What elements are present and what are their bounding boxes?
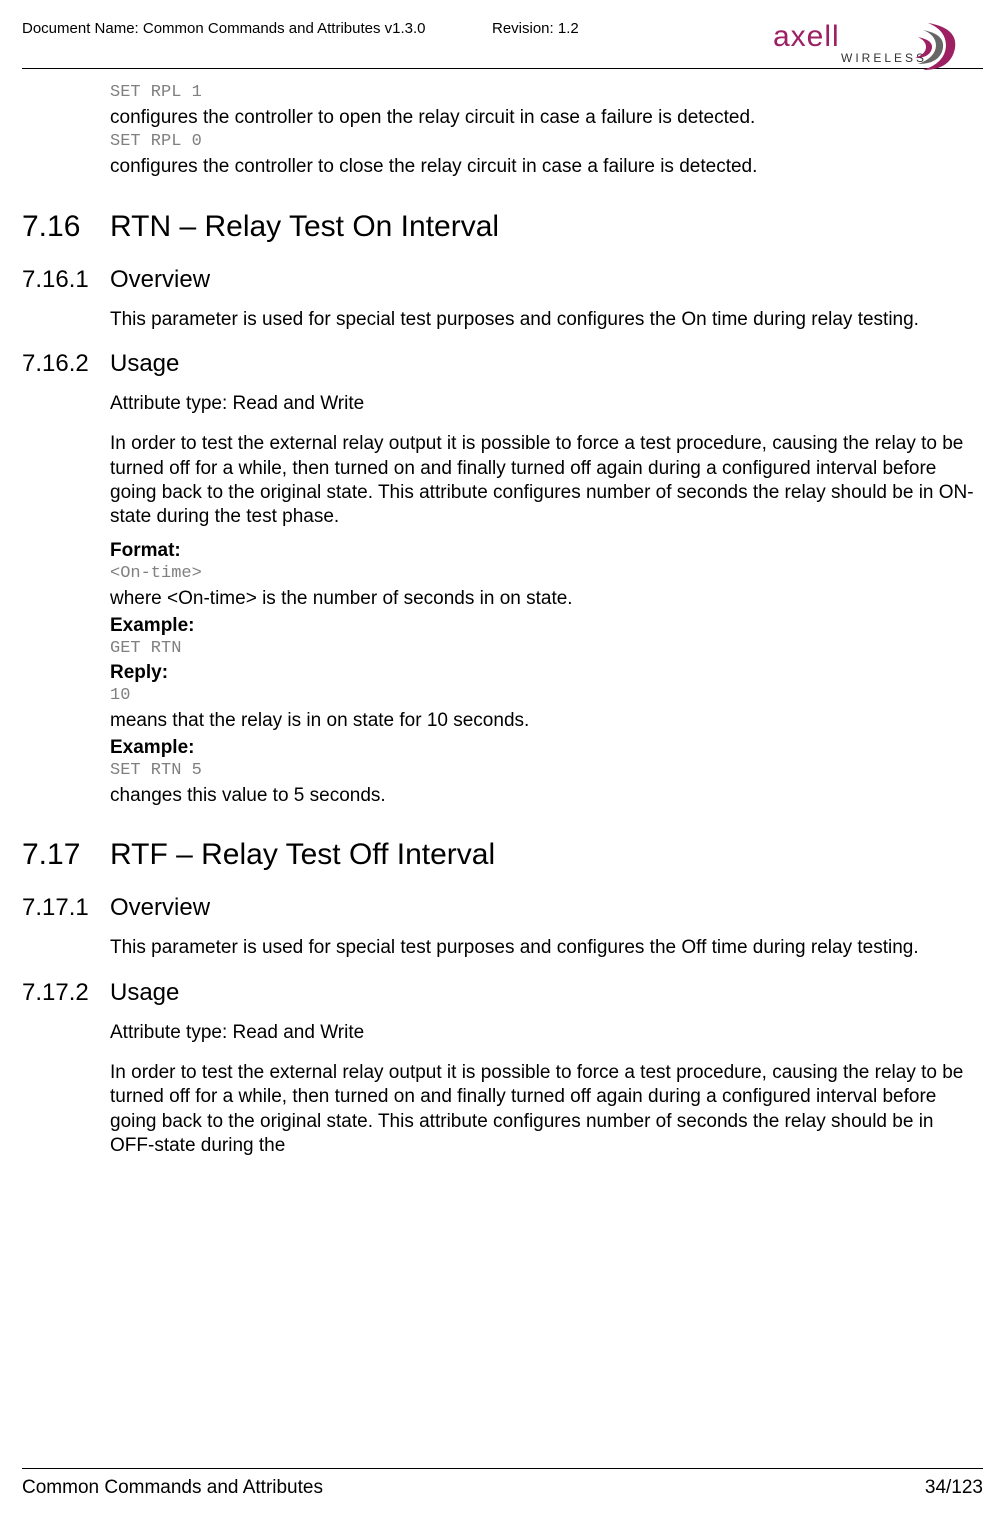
section-title: RTN – Relay Test On Interval: [110, 210, 499, 244]
subsection-title: Overview: [110, 266, 210, 294]
subsection-number: 7.17.1: [22, 894, 110, 922]
body-text: means that the relay is in on state for …: [110, 709, 979, 733]
example-label: Example:: [110, 737, 979, 759]
page-number: 34/123: [925, 1477, 983, 1499]
subsection-title: Overview: [110, 894, 210, 922]
footer-title: Common Commands and Attributes: [22, 1477, 323, 1499]
section-title: RTF – Relay Test Off Interval: [110, 838, 495, 872]
example-label: Example:: [110, 615, 979, 637]
page-footer: Common Commands and Attributes 34/123: [22, 1477, 983, 1499]
subsection-title: Usage: [110, 350, 179, 378]
subsection-heading-7-16-1: 7.16.1 Overview: [22, 266, 979, 294]
footer-divider: [22, 1468, 983, 1469]
brand-logo: axell WIRELESS: [773, 18, 963, 78]
code-line: SET RPL 1: [110, 83, 979, 102]
swirl-icon: [915, 23, 955, 70]
logo-subtext: WIRELESS: [841, 51, 927, 65]
body-text: This parameter is used for special test …: [110, 936, 979, 960]
subsection-number: 7.16.2: [22, 350, 110, 378]
section-heading-7-17: 7.17 RTF – Relay Test Off Interval: [22, 838, 979, 872]
section-number: 7.16: [22, 210, 110, 244]
subsection-heading-7-17-1: 7.17.1 Overview: [22, 894, 979, 922]
doc-name: Document Name: Common Commands and Attri…: [22, 18, 426, 37]
subsection-title: Usage: [110, 979, 179, 1007]
code-line: GET RTN: [110, 639, 979, 658]
body-text: configures the controller to open the re…: [110, 106, 979, 130]
subsection-number: 7.17.2: [22, 979, 110, 1007]
body-text: In order to test the external relay outp…: [110, 432, 979, 529]
section-number: 7.17: [22, 838, 110, 872]
body-text: where <On-time> is the number of seconds…: [110, 587, 979, 611]
format-label: Format:: [110, 540, 979, 562]
logo-text: axell: [773, 20, 840, 53]
subsection-number: 7.16.1: [22, 266, 110, 294]
page-header: Document Name: Common Commands and Attri…: [22, 18, 983, 68]
revision: Revision: 1.2: [492, 18, 579, 37]
body-text: configures the controller to close the r…: [110, 155, 979, 179]
code-line: SET RTN 5: [110, 761, 979, 780]
body-text: changes this value to 5 seconds.: [110, 784, 979, 808]
page-content: SET RPL 1 configures the controller to o…: [22, 69, 983, 1158]
body-text: In order to test the external relay outp…: [110, 1061, 979, 1158]
attribute-type: Attribute type: Read and Write: [110, 392, 979, 416]
code-line: 10: [110, 686, 979, 705]
reply-label: Reply:: [110, 662, 979, 684]
subsection-heading-7-16-2: 7.16.2 Usage: [22, 350, 979, 378]
code-line: <On-time>: [110, 564, 979, 583]
code-line: SET RPL 0: [110, 132, 979, 151]
section-heading-7-16: 7.16 RTN – Relay Test On Interval: [22, 210, 979, 244]
body-text: This parameter is used for special test …: [110, 308, 979, 332]
attribute-type: Attribute type: Read and Write: [110, 1021, 979, 1045]
subsection-heading-7-17-2: 7.17.2 Usage: [22, 979, 979, 1007]
